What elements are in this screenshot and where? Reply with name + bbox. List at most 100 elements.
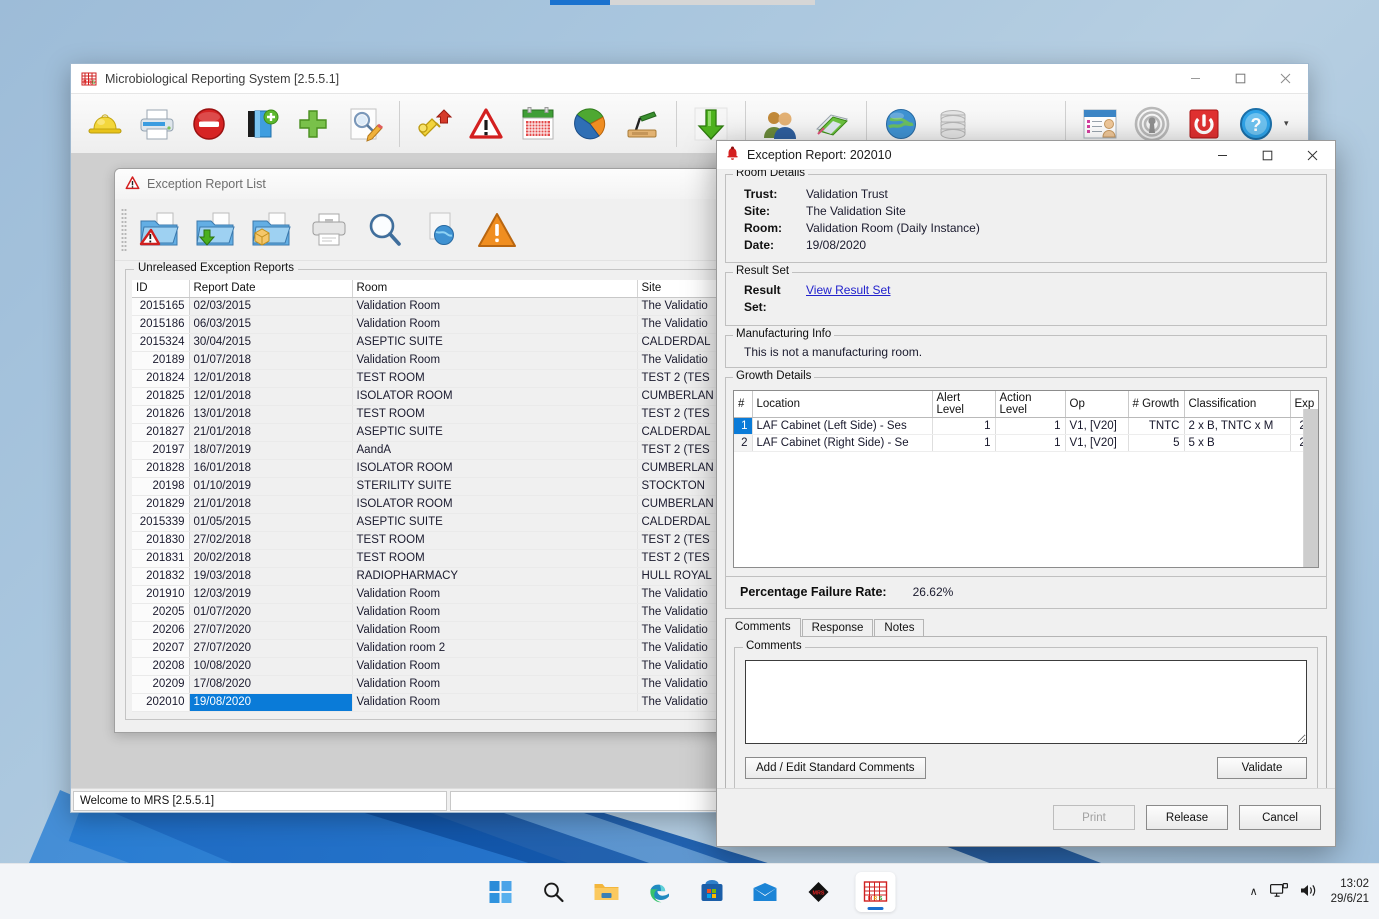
plus-icon[interactable] [287,98,339,150]
validate-button[interactable]: Validate [1217,757,1307,779]
microsoft-store-icon[interactable] [696,876,728,908]
column-header-room[interactable]: Room [352,280,638,298]
alert-orange-icon[interactable] [469,202,525,258]
room-detail-row: Trust: Validation Trust [734,186,1318,203]
active-app-indicator [867,906,883,910]
folder-download-icon[interactable] [189,202,245,258]
cell-id: 20208 [132,657,190,676]
growth-body: 1 LAF Cabinet (Left Side) - Ses 1 1 V1, [V20… [734,417,1318,452]
dialog-minimize-button[interactable] [1200,140,1245,170]
book-add-icon[interactable] [235,98,287,150]
print-button[interactable]: Print [1053,805,1135,830]
mail-icon[interactable] [749,876,781,908]
growth-column-header[interactable]: # Growth [1128,391,1185,418]
cell-room: Validation Room [352,621,638,640]
main-window-close-button[interactable] [1263,64,1308,94]
room-detail-row: Date: 19/08/2020 [734,237,1318,254]
key-home-icon[interactable] [408,98,460,150]
dialog-maximize-button[interactable] [1245,140,1290,170]
cell-id: 2015186 [132,315,190,334]
add-edit-standard-comments-button[interactable]: Add / Edit Standard Comments [745,757,926,779]
warning-triangle-icon[interactable] [460,98,512,150]
file-explorer-icon[interactable] [590,876,622,908]
folder-exception-icon[interactable] [133,202,189,258]
taskbar-items: MRS M R S [484,871,895,912]
column-header-id[interactable]: ID [132,280,190,298]
exception-report-list-title: Exception Report List [147,177,266,191]
room-detail-row: Site: The Validation Site [734,203,1318,220]
edge-icon[interactable] [643,876,675,908]
search-icon[interactable] [537,876,569,908]
cell-room: Validation Room [352,603,638,622]
dialog-titlebar[interactable]: Exception Report: 202010 [717,141,1335,170]
tray-chevron-icon[interactable]: ∧ [1250,885,1258,898]
page-globe-icon[interactable] [413,202,469,258]
growth-column-header[interactable]: Alert Level [932,391,996,418]
main-window-maximize-button[interactable] [1218,64,1263,94]
main-window-titlebar[interactable]: M R G Microbiological Reporting System [… [71,64,1308,94]
cell-id: 201825 [132,387,190,406]
growth-column-header[interactable]: Action Level [995,391,1066,418]
cancel-button[interactable]: Cancel [1239,805,1321,830]
cell-report-date: 17/08/2020 [189,675,353,694]
network-icon[interactable] [1269,882,1288,901]
manufacturing-info-text: This is not a manufacturing room. [744,345,923,359]
cell-id: 201830 [132,531,190,550]
search-edit-icon[interactable] [339,98,391,150]
tab-response[interactable]: Response [801,619,874,637]
release-button[interactable]: Release [1146,805,1228,830]
mrs-diamond-icon[interactable]: MRS [802,876,834,908]
growth-row[interactable]: 1 LAF Cabinet (Left Side) - Ses 1 1 V1, [V20… [734,417,1318,435]
hardhat-icon[interactable] [79,98,131,150]
column-header-report-date[interactable]: Report Date [189,280,353,298]
lamp-desk-icon[interactable] [616,98,668,150]
printer-icon[interactable] [131,98,183,150]
printer-icon[interactable] [301,202,357,258]
cell-id: 20206 [132,621,190,640]
cell-report-date: 16/01/2018 [189,459,353,478]
growth-column-header[interactable]: # [734,391,753,418]
growth-details-table-panel[interactable]: # Location Alert Level Action Level Op # Grow… [733,390,1319,568]
growth-row[interactable]: 2 LAF Cabinet (Right Side) - Se 1 1 V1, [V20… [734,434,1318,452]
result-set-legend: Result Set [733,265,793,277]
cell-room: ASEPTIC SUITE [352,513,638,532]
dialog-close-button[interactable] [1290,140,1335,170]
view-result-set-link[interactable]: View Result Set [806,282,891,316]
growth-column-header[interactable]: Location [752,391,933,418]
comments-textarea[interactable] [745,660,1307,744]
pie-chart-icon[interactable] [564,98,616,150]
start-icon[interactable] [484,876,516,908]
cell-report-date: 21/01/2018 [189,495,353,514]
growth-column-header[interactable]: Classification [1184,391,1291,418]
cell-id: 20207 [132,639,190,658]
folder-archive-icon[interactable] [245,202,301,258]
cell-op: V1, [V20] [1065,434,1129,452]
main-window-minimize-button[interactable] [1173,64,1218,94]
tab-comments[interactable]: Comments [725,618,801,637]
manufacturing-info-group: Manufacturing Info This is not a manufac… [725,328,1327,368]
cell-room: ASEPTIC SUITE [352,333,638,352]
no-entry-icon[interactable] [183,98,235,150]
growth-scrollbar[interactable] [1303,409,1318,567]
cell-location: LAF Cabinet (Right Side) - Se [752,434,933,452]
system-tray: ∧ 13:02 29/6/21 [1250,877,1369,907]
toolbar-separator [399,100,400,147]
cell-report-date: 27/07/2020 [189,639,353,658]
magnifier-icon[interactable] [357,202,413,258]
toolbar-gripper[interactable] [121,207,127,252]
status-panel-2 [450,790,718,811]
status-message-panel: Welcome to MRS [2.5.5.1] [73,790,447,811]
cell-id: 201824 [132,369,190,388]
volume-icon[interactable] [1300,883,1319,901]
calendar-icon[interactable] [512,98,564,150]
mrs-app-icon[interactable]: M R S [855,871,895,912]
dialog-title: Exception Report: 202010 [747,148,892,162]
tab-notes[interactable]: Notes [874,619,925,637]
mrs-grid-icon: M R G [81,71,97,87]
cell-room: RADIOPHARMACY [352,567,638,586]
cell-id: 201826 [132,405,190,424]
cell-id: 2015339 [132,513,190,532]
growth-column-header[interactable]: Op [1065,391,1129,418]
toolbar-overflow-chevron-icon[interactable]: ▾ [1284,118,1289,129]
taskbar-clock[interactable]: 13:02 29/6/21 [1331,877,1369,907]
